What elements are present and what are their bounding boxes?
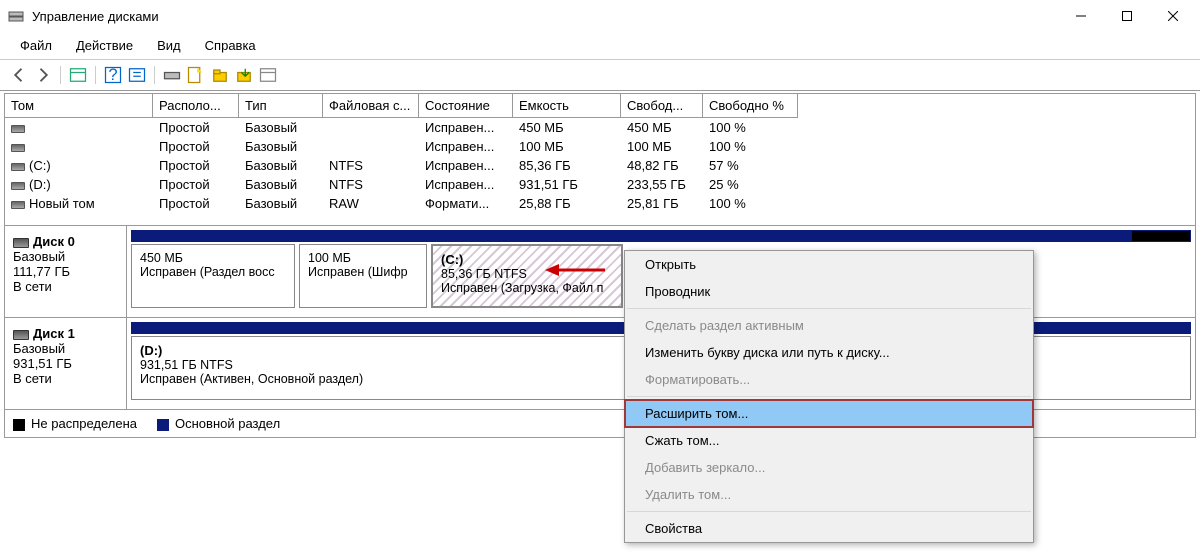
context-menu-item[interactable]: Открыть: [625, 251, 1033, 278]
table-row[interactable]: ПростойБазовыйИсправен...100 МБ100 МБ100…: [5, 137, 1195, 156]
volume-icon: [11, 182, 25, 190]
table-row[interactable]: (C:)ПростойБазовыйNTFSИсправен...85,36 Г…: [5, 156, 1195, 175]
col-free[interactable]: Свобод...: [621, 94, 703, 118]
partition-box[interactable]: 450 МБИсправен (Раздел восс: [131, 244, 295, 308]
legend-swatch-unallocated: [13, 419, 25, 431]
table-row[interactable]: (D:)ПростойБазовыйNTFSИсправен...931,51 …: [5, 175, 1195, 194]
volumes-table: Том Располо... Тип Файловая с... Состоян…: [4, 93, 1196, 213]
legend-primary: Основной раздел: [175, 416, 280, 431]
col-status[interactable]: Состояние: [419, 94, 513, 118]
context-menu-item: Удалить том...: [625, 481, 1033, 508]
menu-file[interactable]: Файл: [8, 34, 64, 57]
context-menu-item[interactable]: Сжать том...: [625, 427, 1033, 454]
legend-unallocated: Не распределена: [31, 416, 137, 431]
title-bar: Управление дисками: [0, 0, 1200, 32]
context-menu-item[interactable]: Проводник: [625, 278, 1033, 305]
help-icon[interactable]: ?: [102, 64, 124, 86]
disk-label: Диск 1Базовый931,51 ГБВ сети: [5, 318, 127, 409]
col-filesystem[interactable]: Файловая с...: [323, 94, 419, 118]
tb-icon-7[interactable]: [257, 64, 279, 86]
col-volume[interactable]: Том: [5, 94, 153, 118]
volume-icon: [11, 201, 25, 209]
context-menu-item[interactable]: Свойства: [625, 515, 1033, 542]
tb-icon-1[interactable]: [67, 64, 89, 86]
forward-button[interactable]: [32, 64, 54, 86]
minimize-button[interactable]: [1058, 0, 1104, 32]
volume-icon: [11, 163, 25, 171]
window-title: Управление дисками: [32, 9, 1058, 24]
app-icon: [8, 8, 24, 24]
tb-icon-4[interactable]: [185, 64, 207, 86]
col-layout[interactable]: Располо...: [153, 94, 239, 118]
table-header: Том Располо... Тип Файловая с... Состоян…: [5, 94, 1195, 118]
disk-label: Диск 0Базовый111,77 ГБВ сети: [5, 226, 127, 317]
tb-icon-5[interactable]: [209, 64, 231, 86]
table-row[interactable]: Новый томПростойБазовыйRAWФормати...25,8…: [5, 194, 1195, 213]
col-free-percent[interactable]: Свободно %: [703, 94, 798, 118]
toolbar: ?: [0, 60, 1200, 91]
volume-icon: [11, 144, 25, 152]
partition-box[interactable]: (C:)85,36 ГБ NTFSИсправен (Загрузка, Фай…: [431, 244, 623, 308]
menu-action[interactable]: Действие: [64, 34, 145, 57]
tb-icon-3[interactable]: [161, 64, 183, 86]
context-menu-item: Форматировать...: [625, 366, 1033, 393]
disk-icon: [13, 330, 29, 340]
tb-icon-6[interactable]: [233, 64, 255, 86]
disk-icon: [13, 238, 29, 248]
context-menu-item: Добавить зеркало...: [625, 454, 1033, 481]
context-menu: ОткрытьПроводник Сделать раздел активнымИ…: [624, 250, 1034, 543]
context-menu-item: Сделать раздел активным: [625, 312, 1033, 339]
menu-help[interactable]: Справка: [193, 34, 268, 57]
context-menu-item[interactable]: Расширить том...: [625, 400, 1033, 427]
legend-swatch-primary: [157, 419, 169, 431]
svg-text:?: ?: [108, 66, 117, 84]
maximize-button[interactable]: [1104, 0, 1150, 32]
context-menu-item[interactable]: Изменить букву диска или путь к диску...: [625, 339, 1033, 366]
volume-icon: [11, 125, 25, 133]
back-button[interactable]: [8, 64, 30, 86]
menu-bar: Файл Действие Вид Справка: [0, 32, 1200, 60]
arrow-annotation: [545, 260, 605, 283]
table-row[interactable]: ПростойБазовыйИсправен...450 МБ450 МБ100…: [5, 118, 1195, 137]
partition-box[interactable]: 100 МБИсправен (Шифр: [299, 244, 427, 308]
menu-view[interactable]: Вид: [145, 34, 193, 57]
col-type[interactable]: Тип: [239, 94, 323, 118]
close-button[interactable]: [1150, 0, 1196, 32]
col-capacity[interactable]: Емкость: [513, 94, 621, 118]
tb-icon-2[interactable]: [126, 64, 148, 86]
